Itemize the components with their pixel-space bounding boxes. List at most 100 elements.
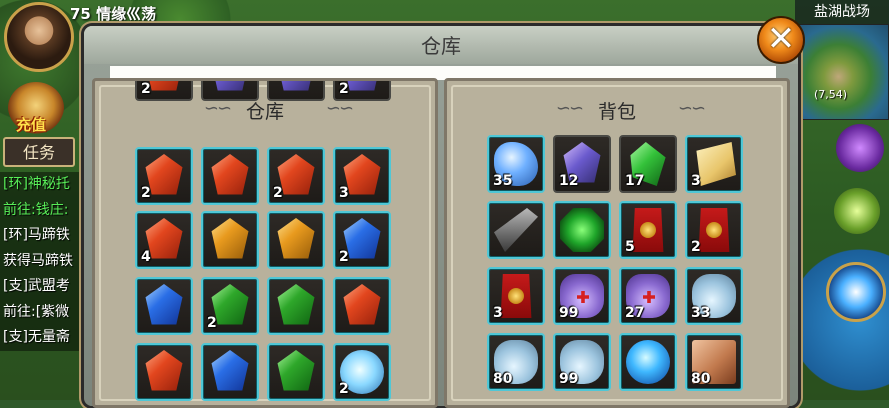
inventory-slot[interactable] (201, 147, 259, 205)
inventory-slot[interactable]: 3 (685, 135, 743, 193)
recharge-label[interactable]: 充值 (16, 114, 46, 135)
item-quantity: 33 (691, 305, 711, 321)
gem-green-icon (277, 350, 315, 391)
inventory-slot[interactable] (553, 201, 611, 259)
inventory-slot[interactable]: 2 (333, 343, 391, 401)
refresh-icon[interactable] (834, 188, 880, 234)
gem-blue-icon (211, 350, 249, 391)
quest-item[interactable]: [支]武盟考 (0, 274, 84, 300)
item-quantity: 2 (141, 81, 151, 97)
item-quantity: 5 (625, 239, 635, 255)
inventory-slot[interactable]: 5 (619, 201, 677, 259)
inventory-slot[interactable]: 80 (685, 333, 743, 391)
inventory-slot[interactable] (333, 277, 391, 335)
inventory-slot[interactable]: 2 (201, 277, 259, 335)
inventory-slot[interactable]: 2 (135, 81, 193, 101)
quest-tracker: [环]神秘托 前往:钱庄: [环]马蹄铁 获得马蹄铁 [支]武盟考 前往:[紫微… (0, 172, 84, 351)
item-quantity: 27 (625, 305, 645, 321)
gem-red-icon (145, 350, 183, 391)
backpack-panel: ∽∽ 背包 ∽∽ 35 12 17 3 5 2 3 99 27 33 80 99 80 (444, 78, 790, 408)
task-button[interactable]: 任务 (3, 137, 75, 167)
item-quantity: 2 (141, 185, 151, 201)
warehouse-panel: ∽∽ 仓库 ∽∽ 222234222 (92, 78, 438, 408)
inventory-slot[interactable] (201, 343, 259, 401)
inventory-slot[interactable] (135, 277, 193, 335)
inventory-slot[interactable]: 3 (333, 147, 391, 205)
inventory-slot[interactable]: 33 (685, 267, 743, 325)
inventory-slot[interactable]: 2 (333, 211, 391, 269)
backpack-grid: 35 12 17 3 5 2 3 99 27 33 80 99 80 (447, 81, 787, 405)
inventory-slot[interactable]: 2 (267, 147, 325, 205)
gem-red-icon (211, 154, 249, 195)
lightning-skill-icon[interactable] (826, 262, 886, 322)
gem-purple-icon (277, 81, 315, 91)
item-quantity: 17 (625, 173, 645, 189)
inventory-slot[interactable]: 2 (135, 147, 193, 205)
inventory-slot[interactable] (619, 333, 677, 391)
inventory-slot[interactable] (201, 211, 259, 269)
item-quantity: 2 (691, 239, 701, 255)
gem-blue-icon (145, 284, 183, 325)
item-quantity: 80 (691, 371, 711, 387)
area-name: 盐湖战场 (795, 0, 889, 24)
minimap[interactable] (797, 24, 889, 120)
map-coordinates: (7,54) (814, 88, 848, 101)
player-portrait[interactable] (4, 2, 74, 72)
gem-cube-icon[interactable] (836, 124, 884, 172)
inventory-slot[interactable]: 3 (487, 267, 545, 325)
inventory-slot[interactable] (267, 81, 325, 101)
item-quantity: 2 (339, 81, 349, 97)
close-button[interactable]: ✕ (757, 16, 805, 64)
red-cross-icon (643, 291, 655, 303)
item-quantity: 80 (493, 371, 513, 387)
seal-icon (706, 222, 722, 238)
inventory-slot[interactable] (267, 277, 325, 335)
red-cross-icon (577, 291, 589, 303)
quest-item[interactable]: 前往:[紫微 (0, 300, 84, 326)
item-quantity: 2 (339, 381, 349, 397)
inventory-slot[interactable]: 35 (487, 135, 545, 193)
quest-item[interactable]: [支]无量斋 (0, 325, 84, 351)
item-quantity: 12 (559, 173, 579, 189)
inventory-slot[interactable] (267, 343, 325, 401)
quest-item[interactable]: [环]神秘托 (0, 172, 84, 198)
inventory-slot[interactable]: 4 (135, 211, 193, 269)
inventory-slot[interactable]: 80 (487, 333, 545, 391)
inventory-slot[interactable]: 27 (619, 267, 677, 325)
seal-icon (640, 222, 656, 238)
item-quantity: 2 (207, 315, 217, 331)
inventory-slot[interactable] (201, 81, 259, 101)
inventory-slot[interactable]: 17 (619, 135, 677, 193)
gem-purple-icon (211, 81, 249, 91)
item-quantity: 3 (339, 185, 349, 201)
item-quantity: 3 (493, 305, 503, 321)
item-quantity: 99 (559, 305, 579, 321)
item-quantity: 4 (141, 249, 151, 265)
inventory-slot[interactable] (135, 343, 193, 401)
gem-green-icon (277, 284, 315, 325)
player-level-name: 75 情缘巛荡 (70, 5, 157, 23)
seal-icon (508, 288, 524, 304)
orb-icon (626, 340, 670, 384)
quest-item[interactable]: 获得马蹄铁 (0, 249, 84, 275)
gem-red-icon (343, 284, 381, 325)
green-gem-box-icon (560, 208, 604, 252)
inventory-slot[interactable]: 2 (685, 201, 743, 259)
warehouse-window: 仓库 ∽∽ 仓库 ∽∽ 222234222 ∽∽ 背包 ∽∽ 35 12 17 3 5 2… (84, 26, 798, 408)
iron-bar-icon (494, 208, 538, 252)
item-quantity: 35 (493, 173, 513, 189)
inventory-slot[interactable]: 12 (553, 135, 611, 193)
quest-item[interactable]: 前往:钱庄: (0, 198, 84, 224)
inventory-slot[interactable] (487, 201, 545, 259)
item-quantity: 99 (559, 371, 579, 387)
item-quantity: 2 (339, 249, 349, 265)
inventory-slot[interactable]: 2 (333, 81, 391, 101)
window-title: 仓库 (84, 26, 798, 64)
warehouse-grid: 2 2 2 2 3 4 2 2 2 (95, 81, 435, 405)
quest-item[interactable]: [环]马蹄铁 (0, 223, 84, 249)
gem-orange-icon (211, 218, 249, 259)
inventory-slot[interactable] (267, 211, 325, 269)
inventory-slot[interactable]: 99 (553, 333, 611, 391)
item-quantity: 3 (691, 173, 701, 189)
inventory-slot[interactable]: 99 (553, 267, 611, 325)
